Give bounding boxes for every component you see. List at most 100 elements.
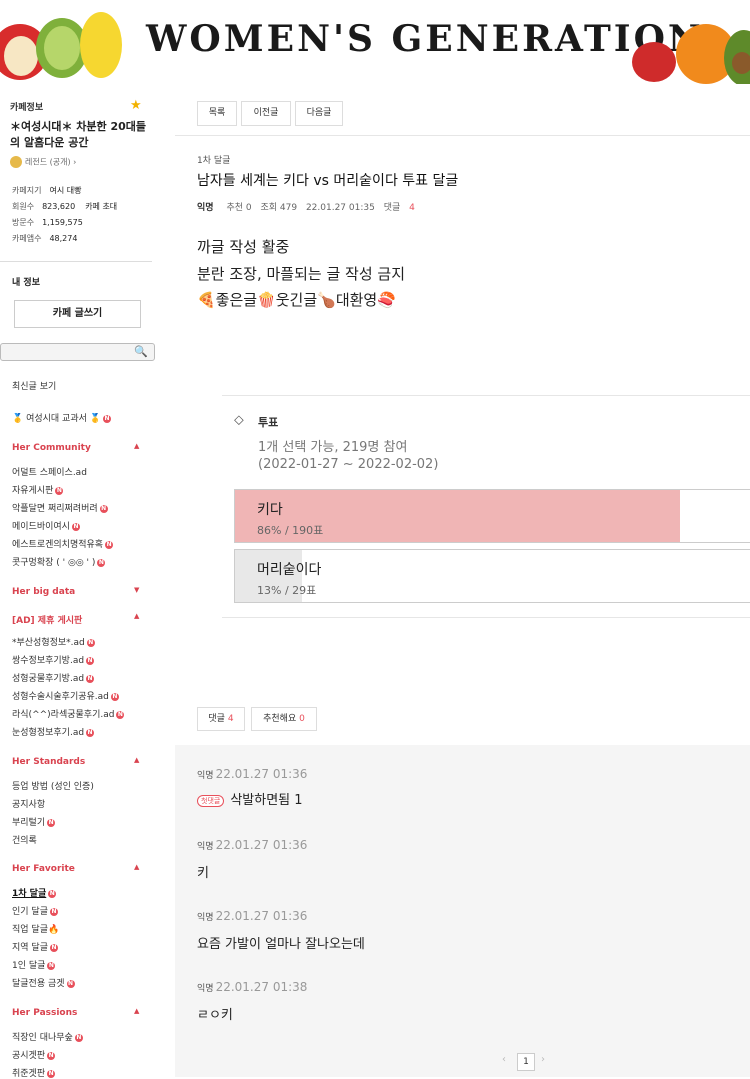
menu-item[interactable]: 에스트로겐의치명적유혹 N bbox=[12, 537, 114, 550]
comment-link[interactable]: 댓글 4 bbox=[384, 203, 421, 213]
board-name-link[interactable]: 1차 달글 bbox=[197, 153, 230, 166]
menu-label: 눈성형정보후기.ad bbox=[12, 728, 85, 738]
comment-count: 4 bbox=[227, 714, 234, 724]
menu-item[interactable]: 인기 달글 N bbox=[12, 904, 58, 917]
new-badge: N bbox=[74, 1033, 83, 1042]
recommend-count: 0 bbox=[299, 714, 305, 724]
menu-item[interactable]: 메이드바이여시 N bbox=[12, 519, 80, 532]
menu-item[interactable]: 눈성형정보후기.ad N bbox=[12, 725, 95, 738]
page-number[interactable]: 1 bbox=[517, 1053, 535, 1071]
expand-arrow-icon[interactable]: ▼ bbox=[134, 586, 139, 594]
new-badge: N bbox=[99, 504, 108, 513]
new-badge: N bbox=[55, 486, 64, 495]
menu-label: 직장인 대나무숲 bbox=[12, 1033, 73, 1043]
textbook-link[interactable]: 🥇 여성시대 교과서 🥇 N bbox=[12, 411, 111, 424]
recommend-count: 추천 0 bbox=[226, 203, 252, 213]
vote-option[interactable]: 키다 86% / 190표 bbox=[234, 489, 750, 543]
comment-date: 22.01.27 01:36 bbox=[215, 838, 308, 852]
menu-item[interactable]: *부산성형정보*.ad N bbox=[12, 635, 95, 648]
menu-item[interactable]: 1인 달글 N bbox=[12, 958, 56, 971]
cafe-title[interactable]: ＊여성시대＊ 차분한 20대들의 알흠다운 공간 bbox=[10, 119, 150, 151]
comment-toggle-button[interactable]: 댓글 4 bbox=[197, 707, 245, 731]
section-ad-boards[interactable]: [AD] 제휴 게시판 bbox=[12, 613, 82, 626]
stat-value[interactable]: 여시 대빵 bbox=[49, 186, 81, 195]
menu-item[interactable]: 등업 방법 (성인 인증) bbox=[12, 779, 94, 792]
section-her-favorite[interactable]: Her Favorite bbox=[12, 864, 75, 874]
menu-item[interactable]: 달글전용 금겟 N bbox=[12, 976, 75, 989]
sidebar-search-input[interactable]: 🔍 bbox=[0, 343, 155, 361]
menu-item[interactable]: 건의록 bbox=[12, 833, 37, 846]
next-post-button[interactable]: 다음글 bbox=[295, 101, 343, 126]
menu-item[interactable]: 취준겟판 N bbox=[12, 1066, 56, 1079]
menu-item[interactable]: 성형수술시술후기공유.ad N bbox=[12, 689, 119, 702]
recent-posts-link[interactable]: 최신글 보기 bbox=[12, 379, 56, 392]
menu-item[interactable]: 공지사항 bbox=[12, 797, 45, 810]
recommend-button[interactable]: 추천해요 0 bbox=[251, 707, 317, 731]
new-badge: N bbox=[48, 889, 57, 898]
stat-visits: 방문수 1,159,575 bbox=[12, 217, 83, 228]
write-post-button[interactable]: 카페 글쓰기 bbox=[14, 300, 141, 328]
post-title: 남자들 세계는 키다 vs 머리숱이다 투표 달글 bbox=[197, 173, 459, 189]
menu-item[interactable]: 공시겟판 N bbox=[12, 1048, 56, 1061]
stat-value: 1,159,575 bbox=[42, 218, 83, 227]
menu-label: 1인 달글 bbox=[12, 961, 46, 971]
menu-label: 자유게시판 bbox=[12, 486, 54, 496]
list-button[interactable]: 목록 bbox=[197, 101, 237, 126]
stat-label: 카페지기 bbox=[12, 186, 42, 195]
next-page-icon[interactable]: › bbox=[541, 1054, 545, 1065]
vote-period: (2022-01-27 ~ 2022-02-02) bbox=[258, 457, 439, 472]
vote-box: ⬦ 투표 1개 선택 가능, 219명 참여 (2022-01-27 ~ 202… bbox=[222, 395, 750, 618]
comment-author[interactable]: 익명 bbox=[197, 771, 214, 781]
menu-item-current[interactable]: 1차 달글 N bbox=[12, 886, 57, 899]
prev-page-icon[interactable]: ‹ bbox=[502, 1054, 506, 1065]
comment-date: 22.01.27 01:36 bbox=[215, 909, 308, 923]
menu-label: 공시겟판 bbox=[12, 1051, 46, 1061]
menu-item[interactable]: 지역 달글 N bbox=[12, 940, 58, 953]
menu-item[interactable]: 콧구멍확장 ( ' ◎◎ ' ) N bbox=[12, 555, 106, 568]
comment-count: 4 bbox=[409, 203, 415, 213]
comment-author[interactable]: 익명 bbox=[197, 913, 214, 923]
cafe-rank[interactable]: 레전드 (공개) › bbox=[10, 156, 76, 168]
collapse-arrow-icon[interactable]: ▲ bbox=[134, 756, 139, 764]
comment-text: 첫댓글 삭발하면됨 1 bbox=[197, 789, 303, 808]
post-author[interactable]: 익명 bbox=[197, 203, 214, 213]
new-badge: N bbox=[49, 907, 58, 916]
my-info-link[interactable]: 내 정보 bbox=[12, 275, 40, 288]
vote-icon: ⬦ bbox=[234, 412, 244, 428]
collapse-arrow-icon[interactable]: ▲ bbox=[134, 1007, 139, 1015]
menu-item[interactable]: 어덜트 스페이스.ad bbox=[12, 465, 87, 478]
new-badge: N bbox=[71, 522, 80, 531]
menu-item[interactable]: 악플달면 쩌리쩌려버려 N bbox=[12, 501, 108, 514]
new-badge: N bbox=[86, 674, 95, 683]
collapse-arrow-icon[interactable]: ▲ bbox=[134, 612, 139, 620]
stat-value: 823,620 bbox=[42, 202, 76, 211]
section-her-standards[interactable]: Her Standards bbox=[12, 757, 85, 767]
collapse-arrow-icon[interactable]: ▲ bbox=[134, 863, 139, 871]
menu-item[interactable]: 쌍수정보후기방.ad N bbox=[12, 653, 95, 666]
comment-author[interactable]: 익명 bbox=[197, 842, 214, 852]
comment-author[interactable]: 익명 bbox=[197, 984, 214, 994]
section-her-passions[interactable]: Her Passions bbox=[12, 1008, 77, 1018]
new-badge: N bbox=[47, 961, 56, 970]
new-badge: N bbox=[86, 638, 95, 647]
section-her-community[interactable]: Her Community bbox=[12, 443, 91, 453]
vote-option[interactable]: 머리숱이다 13% / 29표 bbox=[234, 549, 750, 603]
menu-label: *부산성형정보*.ad bbox=[12, 638, 85, 648]
search-icon[interactable]: 🔍 bbox=[134, 345, 148, 358]
collapse-arrow-icon[interactable]: ▲ bbox=[134, 442, 139, 450]
menu-item[interactable]: 직장인 대나무숲 N bbox=[12, 1030, 83, 1043]
menu-item[interactable]: 라식(^^)라섹궁물후기.ad N bbox=[12, 707, 125, 720]
menu-label: 악플달면 쩌리쩌려버려 bbox=[12, 504, 98, 514]
menu-item[interactable]: 자유게시판 N bbox=[12, 483, 64, 496]
favorite-star-icon[interactable]: ★ bbox=[130, 98, 142, 113]
menu-label: 쌍수정보후기방.ad bbox=[12, 656, 85, 666]
menu-item[interactable]: 직업 달글🔥 bbox=[12, 922, 59, 935]
section-her-big-data[interactable]: Her big data bbox=[12, 587, 75, 597]
new-badge: N bbox=[110, 692, 119, 701]
invite-link[interactable]: 카페 초대 bbox=[85, 202, 117, 211]
menu-item[interactable]: 성형궁물후기방.ad N bbox=[12, 671, 95, 684]
prev-post-button[interactable]: 이전글 bbox=[241, 101, 291, 126]
menu-item[interactable]: 부리털기 N bbox=[12, 815, 56, 828]
menu-label: 달글전용 금겟 bbox=[12, 979, 65, 989]
comment-meta: 익명 22.01.27 01:36 bbox=[197, 909, 307, 923]
